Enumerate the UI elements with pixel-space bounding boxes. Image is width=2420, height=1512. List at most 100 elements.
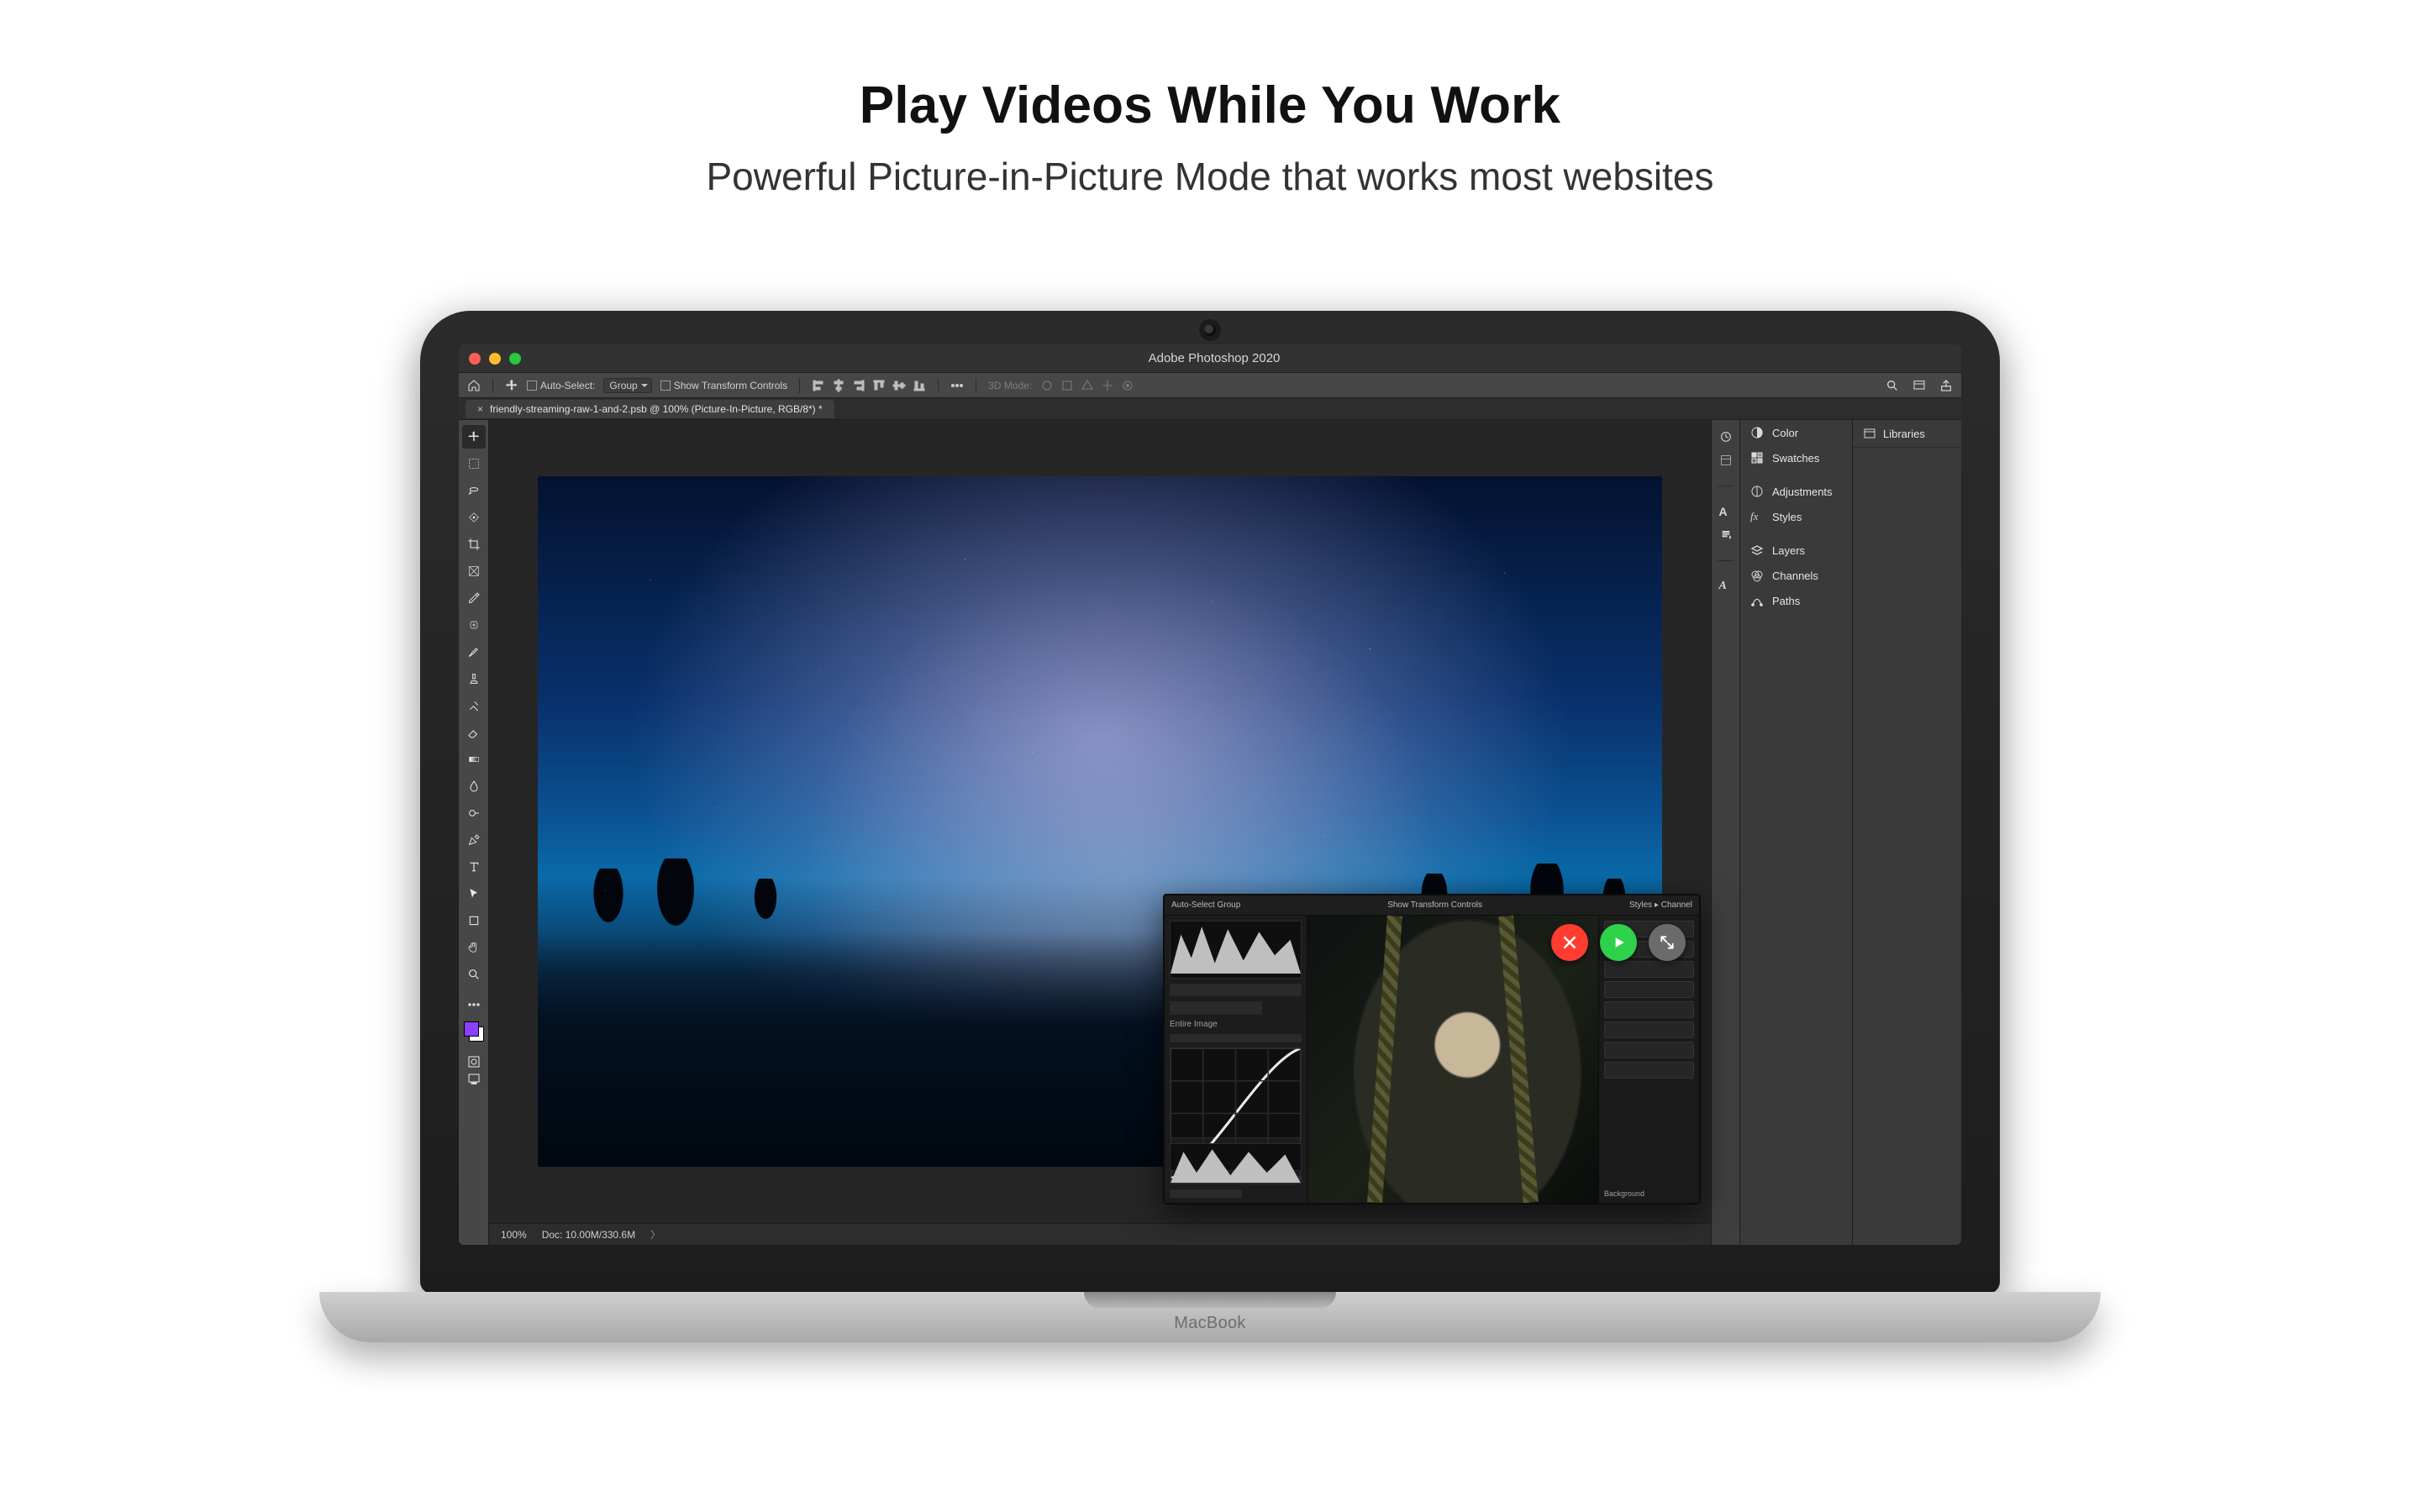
align-left-icon xyxy=(812,379,825,392)
auto-select-target-dropdown[interactable]: Group xyxy=(603,378,651,393)
zoom-tool[interactable] xyxy=(462,963,486,986)
close-tab-icon[interactable]: × xyxy=(477,403,483,415)
status-bar: 100% Doc: 10.00M/330.6M 〉 xyxy=(489,1223,1711,1245)
marketing-subheadline: Powerful Picture-in-Picture Mode that wo… xyxy=(0,154,2420,199)
panel-item-color[interactable]: Color xyxy=(1740,420,1852,445)
properties-panel-icon[interactable] xyxy=(1719,454,1733,467)
dodge-tool[interactable] xyxy=(462,801,486,825)
path-select-tool[interactable] xyxy=(462,882,486,906)
hand-tool[interactable] xyxy=(462,936,486,959)
show-transform-checkbox[interactable]: Show Transform Controls xyxy=(660,380,787,391)
panel-item-layers[interactable]: Layers xyxy=(1740,538,1852,563)
device-brand-label: MacBook xyxy=(319,1314,2101,1333)
arrange-documents-icon[interactable] xyxy=(1912,379,1926,392)
history-panel-icon[interactable] xyxy=(1719,430,1733,444)
panel-item-channels[interactable]: Channels xyxy=(1740,563,1852,588)
pip-layer-row[interactable] xyxy=(1604,1021,1694,1038)
doc-size[interactable]: Doc: 10.00M/330.6M xyxy=(542,1229,635,1241)
photoshop-window: Adobe Photoshop 2020 Auto-Select: Group … xyxy=(459,344,1961,1245)
channels-panel-icon xyxy=(1750,569,1764,582)
pip-layer-row[interactable] xyxy=(1604,1062,1694,1079)
window-zoom-button[interactable] xyxy=(509,353,521,365)
blur-tool[interactable] xyxy=(462,774,486,798)
pip-layer-row[interactable] xyxy=(1604,1001,1694,1018)
pip-entire-image-label: Entire Image xyxy=(1170,1020,1302,1029)
3d-mode-icons xyxy=(1040,379,1134,392)
window-close-button[interactable] xyxy=(469,353,481,365)
pip-left-panel: Entire Image xyxy=(1165,916,1307,1203)
marquee-tool[interactable] xyxy=(462,452,486,475)
type-tool[interactable] xyxy=(462,855,486,879)
options-bar: Auto-Select: Group Show Transform Contro… xyxy=(459,373,1961,398)
webcam-icon xyxy=(1204,324,1216,336)
paragraph-panel-icon[interactable] xyxy=(1719,528,1733,542)
auto-select-checkbox[interactable]: Auto-Select: xyxy=(527,380,595,391)
shape-tool[interactable] xyxy=(462,909,486,932)
screen-mode-icon[interactable] xyxy=(467,1072,481,1085)
document-tab-title: friendly-streaming-raw-1-and-2.psb @ 100… xyxy=(490,403,823,415)
history-brush-tool[interactable] xyxy=(462,694,486,717)
panel-label: Channels xyxy=(1772,570,1818,582)
zoom-level[interactable]: 100% xyxy=(501,1229,527,1241)
pip-play-button[interactable] xyxy=(1600,924,1637,961)
healing-brush-tool[interactable] xyxy=(462,613,486,637)
pip-panel-row[interactable] xyxy=(1170,1001,1262,1015)
window-minimize-button[interactable] xyxy=(489,353,501,365)
eraser-tool[interactable] xyxy=(462,721,486,744)
quick-mask-icon[interactable] xyxy=(467,1055,481,1068)
panel-item-adjustments[interactable]: Adjustments xyxy=(1740,479,1852,504)
panel-label: Paths xyxy=(1772,595,1800,607)
panel-label: Color xyxy=(1772,427,1798,439)
share-icon[interactable] xyxy=(1939,379,1953,392)
panel-label: Adjustments xyxy=(1772,486,1833,498)
pip-left-label: Auto-Select Group xyxy=(1171,900,1240,910)
panel-list-2: Libraries xyxy=(1852,420,1961,1245)
eyedropper-tool[interactable] xyxy=(462,586,486,610)
pip-close-button[interactable] xyxy=(1551,924,1588,961)
edit-toolbar-icon[interactable] xyxy=(467,998,481,1011)
lasso-tool[interactable] xyxy=(462,479,486,502)
glyphs-panel-icon[interactable]: A xyxy=(1719,580,1733,593)
adjustments-panel-icon xyxy=(1750,485,1764,498)
quick-select-tool[interactable] xyxy=(462,506,486,529)
document-tabs: × friendly-streaming-raw-1-and-2.psb @ 1… xyxy=(459,398,1961,420)
window-title: Adobe Photoshop 2020 xyxy=(521,351,1907,365)
gradient-tool[interactable] xyxy=(462,748,486,771)
color-swatch[interactable] xyxy=(464,1021,484,1042)
home-icon[interactable] xyxy=(467,379,481,392)
pen-tool[interactable] xyxy=(462,828,486,852)
panel-label: Styles xyxy=(1772,511,1802,523)
crop-tool[interactable] xyxy=(462,533,486,556)
align-distribute-icons[interactable] xyxy=(812,379,926,392)
pip-panel-row[interactable] xyxy=(1170,1189,1242,1198)
brush-tool[interactable] xyxy=(462,640,486,664)
more-options-icon[interactable] xyxy=(950,379,964,392)
align-right-icon xyxy=(852,379,865,392)
panel-item-paths[interactable]: Paths xyxy=(1740,588,1852,613)
hinge-notch xyxy=(1084,1292,1336,1309)
window-titlebar: Adobe Photoshop 2020 xyxy=(459,344,1961,373)
pip-right-label: Styles ▸ Channel xyxy=(1629,900,1692,910)
pip-titlebar[interactable]: Auto-Select Group Show Transform Control… xyxy=(1165,895,1699,916)
panel-label: Layers xyxy=(1772,544,1805,557)
pip-layer-row[interactable] xyxy=(1604,1042,1694,1058)
pip-expand-button[interactable] xyxy=(1649,924,1686,961)
document-tab[interactable]: × friendly-streaming-raw-1-and-2.psb @ 1… xyxy=(466,400,834,418)
panel-item-swatches[interactable]: Swatches xyxy=(1740,445,1852,470)
character-panel-icon[interactable]: A xyxy=(1719,505,1733,518)
move-tool-indicator-icon xyxy=(505,379,518,392)
search-icon[interactable] xyxy=(1886,379,1899,392)
pip-window[interactable]: Auto-Select Group Show Transform Control… xyxy=(1163,894,1701,1205)
curves-panel[interactable] xyxy=(1170,1047,1302,1138)
pip-panel-row[interactable] xyxy=(1170,984,1302,997)
align-hcenter-icon xyxy=(832,379,845,392)
pip-layer-row[interactable] xyxy=(1604,981,1694,998)
pip-layer-row[interactable] xyxy=(1604,961,1694,978)
frame-tool[interactable] xyxy=(462,559,486,583)
clone-stamp-tool[interactable] xyxy=(462,667,486,690)
status-caret-icon[interactable]: 〉 xyxy=(650,1227,660,1242)
macbook-device-frame: Adobe Photoshop 2020 Auto-Select: Group … xyxy=(420,311,2000,1342)
panel-item-styles[interactable]: fx Styles xyxy=(1740,504,1852,529)
panel-item-libraries[interactable]: Libraries xyxy=(1853,420,1961,448)
move-tool[interactable] xyxy=(462,425,486,449)
